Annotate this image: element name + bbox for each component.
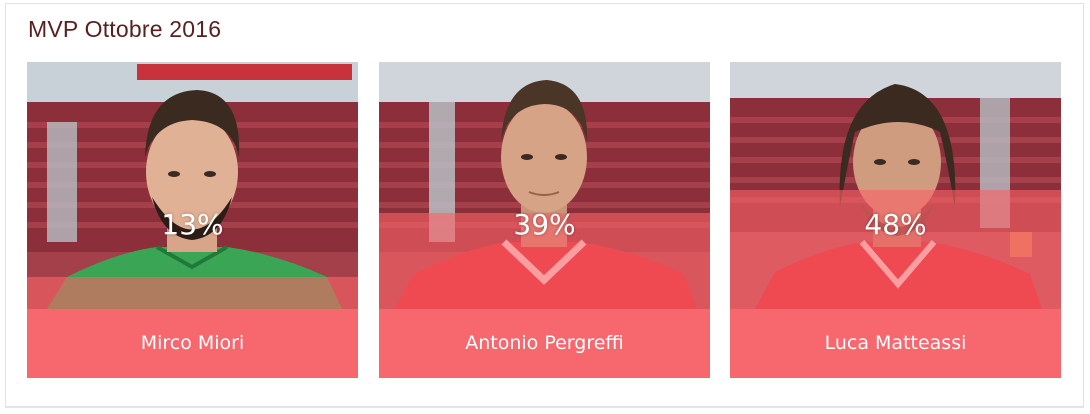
vote-percent: 48% [864, 208, 927, 241]
stadium-background [27, 62, 358, 309]
player-photo: 39% [379, 62, 710, 309]
vote-percent: 39% [513, 208, 576, 241]
widget-title: MVP Ottobre 2016 [28, 16, 222, 42]
player-card-2[interactable]: 39% Antonio Pergreffi [379, 62, 710, 378]
player-name: Antonio Pergreffi [379, 309, 710, 378]
player-cards: 13% Mirco Miori 39% Antonio Pergreffi 48… [27, 62, 1061, 378]
player-card-1[interactable]: 13% Mirco Miori [27, 62, 358, 378]
player-card-3[interactable]: 48% Luca Matteassi [730, 62, 1061, 378]
bottom-divider [5, 407, 1084, 408]
mvp-widget: MVP Ottobre 2016 13% Mirco Miori 39% Ant… [5, 3, 1084, 407]
player-name: Mirco Miori [27, 309, 358, 378]
player-name: Luca Matteassi [730, 309, 1061, 378]
player-photo: 48% [730, 62, 1061, 309]
player-photo: 13% [27, 62, 358, 309]
vote-percent: 13% [161, 208, 224, 241]
vote-share-bar [27, 277, 358, 309]
